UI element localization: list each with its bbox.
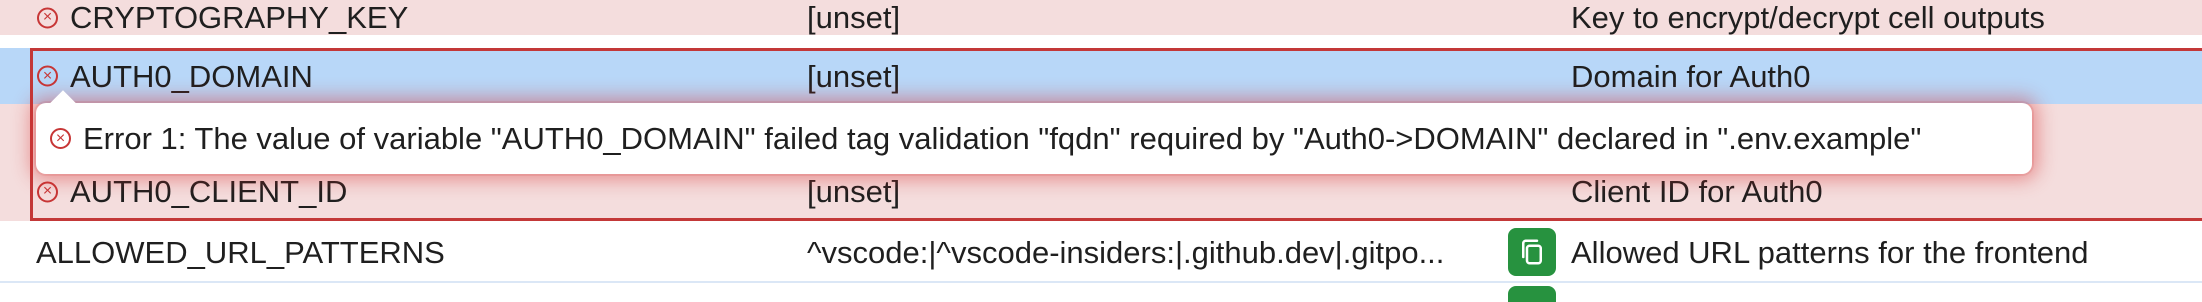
table-row-allowed-url-patterns[interactable]: ALLOWED_URL_PATTERNS ^vscode:|^vscode-in… [0,223,2202,281]
error-circle-x-icon: × [37,181,58,202]
validation-error-tooltip: × Error 1: The value of variable "AUTH0_… [36,90,2032,174]
error-circle-x-icon: × [37,7,58,28]
table-row-cryptography-key[interactable]: × CRYPTOGRAPHY_KEY [unset] Key to encryp… [0,0,2202,35]
env-variables-table: × CRYPTOGRAPHY_KEY [unset] Key to encryp… [0,0,2202,302]
copy-icon [1522,239,1542,265]
error-circle-x-icon: × [37,65,58,87]
variable-name: AUTH0_DOMAIN [70,58,313,94]
copy-value-button[interactable] [1508,286,1556,302]
table-row-auth0-domain[interactable]: × AUTH0_DOMAIN [unset] Domain for Auth0 [0,48,2202,104]
error-circle-x-icon: × [50,128,71,149]
tooltip-message: Error 1: The value of variable "AUTH0_DO… [83,120,1922,156]
variable-value: [unset] [807,0,901,35]
variable-description: Key to encrypt/decrypt cell outputs [1571,0,2045,35]
variable-value: [unset] [807,58,901,94]
row-divider [0,281,2202,283]
variable-name: CRYPTOGRAPHY_KEY [70,0,409,35]
variable-description: Domain for Auth0 [1571,58,1811,94]
variable-value: ^vscode:|^vscode-insiders:|.github.dev|.… [807,234,1445,270]
variable-name: ALLOWED_URL_PATTERNS [36,234,445,270]
copy-value-button[interactable] [1508,228,1556,276]
variable-description: Allowed URL patterns for the frontend [1571,234,2089,270]
